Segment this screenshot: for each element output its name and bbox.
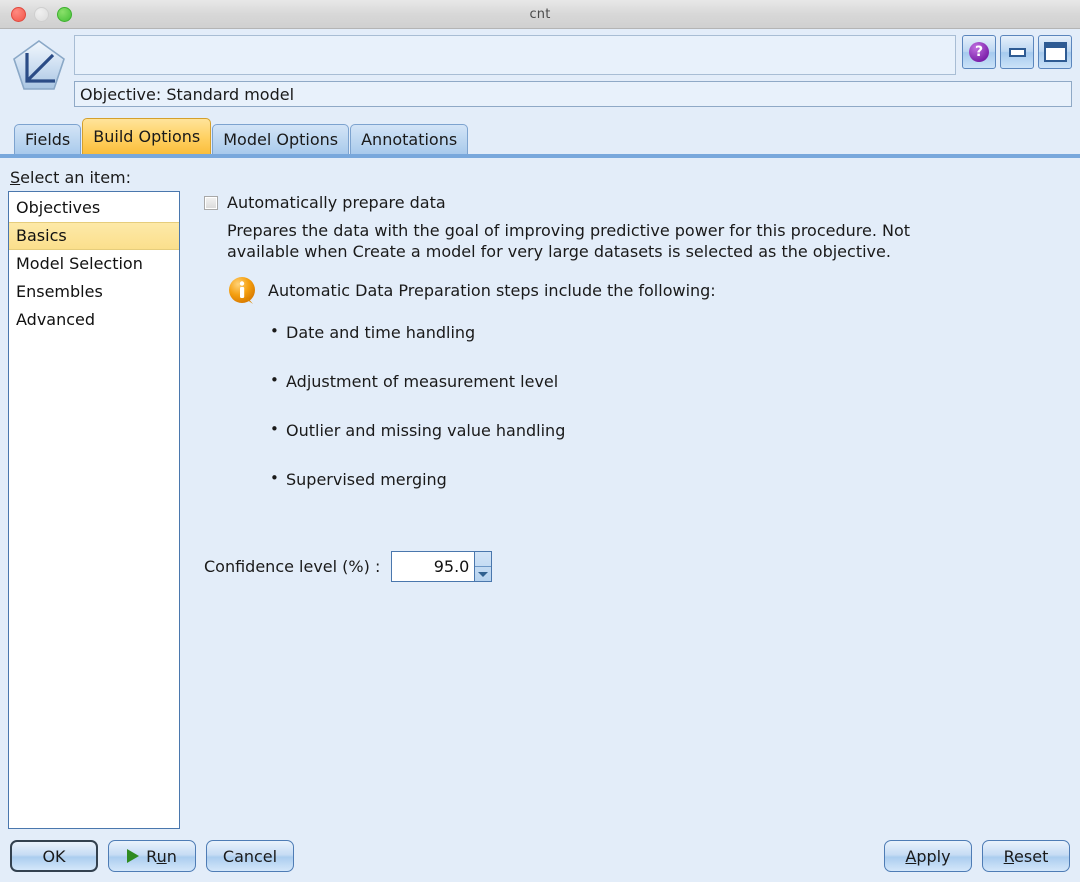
select-item-label: Select an item: [10,168,1072,187]
dialog-window-buttons: ? [962,35,1072,69]
play-icon [127,849,140,863]
dialog-header: ? Objective: Standard model [0,29,1080,115]
maximize-button[interactable] [1038,35,1072,69]
ok-button-label: OK [42,846,66,866]
tab-fields[interactable]: Fields [14,124,82,154]
chevron-down-icon [478,571,489,577]
spinner-increment-button[interactable] [475,552,492,568]
list-item: Date and time handling [270,322,1072,342]
basics-panel: Automatically prepare data Prepares the … [204,191,1072,829]
select-item-label-rest: elect an item: [20,168,132,187]
objective-field[interactable]: Objective: Standard model [74,81,1072,107]
run-button-label: Run [146,846,177,866]
auto-prepare-data-label: Automatically prepare data [227,193,446,212]
info-row: Automatic Data Preparation steps include… [227,275,1072,305]
tab-bar: Fields Build Options Model Options Annot… [0,118,1080,154]
spinner-buttons [474,552,492,582]
reset-button[interactable]: Reset [982,840,1070,872]
maximize-icon [1043,42,1067,62]
run-button[interactable]: Run [108,840,196,872]
tab-annotations[interactable]: Annotations [350,124,469,154]
confidence-level-row: Confidence level (%) : 95.0 [204,551,1072,583]
confidence-level-spinner[interactable]: 95.0 [391,551,493,583]
primary-buttons: OK Run Cancel [10,840,294,872]
auto-prepare-data-checkbox[interactable] [204,195,218,210]
list-item-ensembles[interactable]: Ensembles [9,278,179,306]
zoom-window-button[interactable] [57,6,72,22]
traffic-light-group [11,6,72,22]
list-item: Supervised merging [270,469,1072,489]
info-icon [227,275,257,305]
reset-button-label: Reset [1003,846,1049,866]
spss-modeler-pentagon-icon [10,37,68,97]
dialog-body: ? Objective: Standard model Fields Build… [0,29,1080,882]
dialog-content: Select an item: Objectives Basics Model … [0,158,1080,848]
select-item-mnemonic: S [10,168,21,187]
minimize-button[interactable] [1000,35,1034,69]
list-item-basics[interactable]: Basics [9,222,179,250]
list-item: Outlier and missing value handling [270,420,1072,440]
content-panes: Objectives Basics Model Selection Ensemb… [8,191,1072,829]
window-title: cnt [529,6,551,22]
header-fields: ? Objective: Standard model [74,35,1072,115]
window-titlebar: cnt [0,0,1080,29]
minimize-icon [1008,47,1026,57]
dialog-button-bar: OK Run Cancel Apply Reset [0,830,1080,882]
cancel-button-label: Cancel [222,846,278,866]
info-text: Automatic Data Preparation steps include… [268,280,716,300]
auto-prepare-data-row[interactable]: Automatically prepare data [204,193,1072,212]
confidence-level-input[interactable]: 95.0 [392,552,475,582]
spinner-decrement-button[interactable] [475,567,491,581]
adp-steps-list: Date and time handling Adjustment of mea… [270,322,1072,489]
list-item: Adjustment of measurement level [270,371,1072,391]
auto-prepare-description: Prepares the data with the goal of impro… [227,221,911,262]
list-item-model-selection[interactable]: Model Selection [9,250,179,278]
minimize-window-button[interactable] [34,6,49,22]
close-window-button[interactable] [11,6,26,22]
tab-model-options[interactable]: Model Options [212,124,350,154]
item-list[interactable]: Objectives Basics Model Selection Ensemb… [8,191,180,829]
list-item-objectives[interactable]: Objectives [9,194,179,222]
help-button[interactable]: ? [962,35,996,69]
question-mark-icon: ? [969,42,989,62]
list-item-advanced[interactable]: Advanced [9,306,179,334]
cancel-button[interactable]: Cancel [206,840,294,872]
ok-button[interactable]: OK [10,840,98,872]
model-name-field[interactable] [74,35,956,75]
confidence-level-label: Confidence level (%) : [204,557,381,577]
apply-button[interactable]: Apply [884,840,972,872]
apply-button-label: Apply [905,846,951,866]
tab-build-options[interactable]: Build Options [82,118,212,154]
secondary-buttons: Apply Reset [884,840,1070,872]
